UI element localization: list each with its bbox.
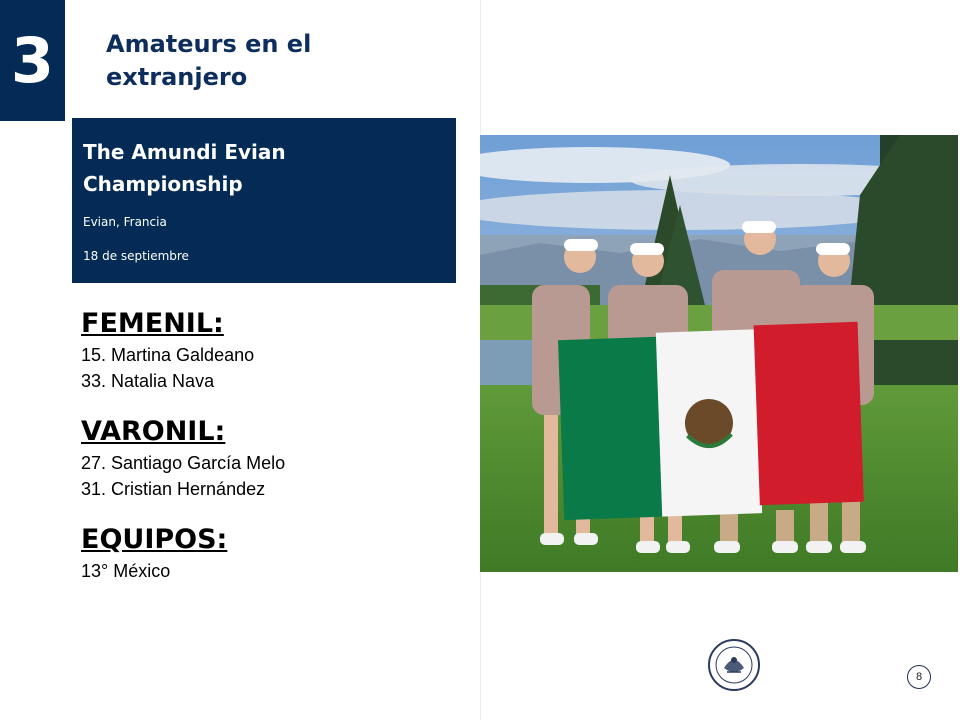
- title-line-2: extranjero: [106, 63, 248, 91]
- federation-seal-icon: [707, 638, 761, 692]
- event-name: The Amundi Evian Championship: [83, 136, 443, 200]
- varonil-heading: VARONIL:: [81, 416, 226, 447]
- equipos-heading: EQUIPOS:: [81, 524, 228, 555]
- section-number-badge: 3: [0, 0, 65, 121]
- event-date: 18 de septiembre: [83, 249, 189, 263]
- page-title: Amateurs en el extranjero: [106, 28, 436, 94]
- femenil-result: 33. Natalia Nava: [81, 371, 215, 391]
- femenil-heading: FEMENIL:: [81, 308, 224, 339]
- event-location: Evian, Francia: [83, 215, 167, 229]
- varonil-result: 27. Santiago García Melo: [81, 453, 286, 473]
- section-number: 3: [10, 23, 55, 97]
- femenil-result: 15. Martina Galdeano: [81, 345, 255, 365]
- varonil-result: 31. Cristian Hernández: [81, 479, 266, 499]
- slide: 3 Amateurs en el extranjero The Amundi E…: [0, 0, 960, 720]
- event-info-box: The Amundi Evian Championship Evian, Fra…: [72, 118, 456, 283]
- team-photo: [480, 135, 958, 572]
- page-number: 8: [907, 665, 931, 689]
- event-name-line-2: Championship: [83, 172, 243, 196]
- equipos-result: 13° México: [81, 561, 171, 581]
- title-line-1: Amateurs en el: [106, 30, 312, 58]
- page-number-text: 8: [915, 671, 923, 683]
- event-name-line-1: The Amundi Evian: [83, 140, 286, 164]
- results-list: FEMENIL: 15. Martina Galdeano 33. Natali…: [81, 306, 461, 584]
